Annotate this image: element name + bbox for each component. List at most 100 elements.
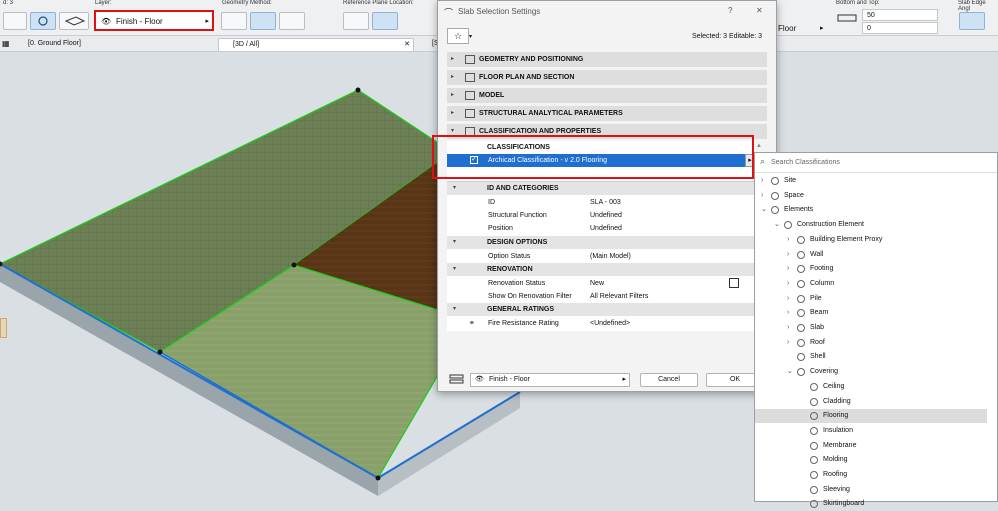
tree-item-flooring[interactable]: Flooring (755, 409, 987, 424)
ref-top-icon[interactable] (343, 12, 369, 30)
tree-item-shell[interactable]: Shell (755, 350, 987, 364)
close-button[interactable]: ✕ (756, 6, 763, 15)
tree-item-site[interactable]: › Site (755, 174, 987, 188)
chevron-right-icon[interactable]: › (787, 292, 789, 306)
classification-icon (810, 471, 818, 479)
tree-item-label: Membrane (823, 441, 857, 449)
tab-section[interactable]: [S (418, 38, 439, 51)
classification-icon (810, 485, 818, 494)
reference-plane-label: Reference Plane Location: (343, 0, 414, 6)
top-field[interactable]: 0 (862, 22, 938, 34)
classification-picker-panel: ⌕ Search Classifications › Site › Space ⌄ Ele… (754, 152, 998, 509)
tree-item-skirtingboard[interactable]: Skirtingboard (755, 497, 987, 511)
rotate-icon[interactable] (30, 12, 56, 30)
prop-row[interactable]: ID SLA - 003 (447, 196, 755, 209)
renovation-icon[interactable] (729, 278, 739, 288)
tree-item-label: Skirtingboard (823, 500, 865, 508)
tree-item-building-element-proxy[interactable]: › Building Element Proxy (755, 233, 987, 247)
chevron-right-icon[interactable]: › (761, 174, 763, 188)
slab-shape-icon[interactable] (59, 12, 89, 30)
floor-value[interactable]: Floor (778, 24, 796, 33)
tree-item-wall[interactable]: › Wall (755, 248, 987, 262)
prop-row[interactable]: Show On Renovation Filter All Relevant Fi… (447, 290, 755, 303)
group-general-ratings[interactable]: ▾ GENERAL RATINGS (447, 303, 755, 316)
prop-row[interactable]: ⚭ Fire Resistance Rating <Undefined> (447, 317, 755, 330)
tree-item-label: Cladding (823, 397, 851, 405)
edge-angle-icon[interactable] (959, 12, 985, 30)
tree-item-roof[interactable]: › Roof (755, 336, 987, 350)
tree-item-space[interactable]: › Space (755, 189, 987, 203)
chevron-down-icon[interactable]: ⌄ (787, 365, 793, 379)
classification-icon (810, 426, 818, 435)
tree-item-membrane[interactable]: Membrane (755, 439, 987, 453)
tree-item-construction-element[interactable]: ⌄ Construction Element (755, 218, 987, 232)
geometry-complex-icon[interactable] (279, 12, 305, 30)
chevron-down-icon[interactable]: ▾ (469, 33, 472, 40)
viewport-side-handle[interactable] (0, 318, 7, 338)
chevron-down-icon[interactable]: ⌄ (761, 203, 767, 217)
tree-item-insulation[interactable]: Insulation (755, 424, 987, 438)
tab-ground-floor[interactable]: [0. Ground Floor] (14, 38, 214, 51)
classification-icon (797, 338, 805, 347)
section-geometry[interactable]: ▸ GEOMETRY AND POSITIONING (447, 52, 767, 67)
tree-item-slab[interactable]: › Slab (755, 321, 987, 335)
classification-icon (797, 265, 805, 274)
tree-item-label: Elements (784, 206, 814, 214)
tree-item-elements[interactable]: ⌄ Elements (755, 203, 987, 217)
chevron-right-icon[interactable]: › (761, 189, 763, 203)
tree-item-ceiling[interactable]: Ceiling (755, 380, 987, 394)
chevron-down-icon[interactable]: ⌄ (774, 218, 780, 232)
tree-item-cladding[interactable]: Cladding (755, 395, 987, 409)
scroll-up-icon[interactable]: ▲ (756, 143, 762, 149)
chevron-right-icon[interactable]: › (787, 277, 789, 291)
classification-icon (810, 382, 818, 391)
group-design-options[interactable]: ▾ DESIGN OPTIONS (447, 236, 755, 249)
classification-icon (771, 177, 779, 185)
tree-item-footing[interactable]: › Footing (755, 262, 987, 276)
favorites-star-icon[interactable]: ☆ (447, 28, 469, 44)
tree-item-label: Ceiling (823, 382, 845, 390)
help-button[interactable]: ? (728, 6, 732, 15)
chevron-right-icon[interactable]: › (787, 262, 789, 276)
cancel-button[interactable]: Cancel (640, 373, 698, 387)
grid-icon[interactable]: ▦ (2, 39, 10, 48)
classification-icon (797, 250, 805, 259)
tree-item-column[interactable]: › Column (755, 277, 987, 291)
classification-icon (797, 235, 805, 244)
dialog-titlebar[interactable]: ⌒ Slab Selection Settings ? ✕ (438, 1, 776, 21)
prop-row[interactable]: Structural Function Undefined (447, 209, 755, 222)
chevron-right-icon[interactable]: › (787, 248, 789, 262)
close-icon[interactable]: ✕ (404, 39, 410, 51)
search-field[interactable]: ⌕ Search Classifications (755, 153, 997, 173)
chevron-right-icon[interactable]: › (787, 321, 789, 335)
tree-item-pile[interactable]: › Pile (755, 292, 987, 306)
tree-item-covering[interactable]: ⌄ Covering (755, 365, 987, 379)
link-icon: ⚭ (469, 320, 475, 327)
classification-icon (810, 441, 818, 450)
prop-row[interactable]: Renovation Status New (447, 277, 755, 290)
tree-item-molding[interactable]: Molding (755, 453, 987, 467)
geometry-sloped-icon[interactable] (250, 12, 276, 30)
section-model[interactable]: ▸ MODEL (447, 88, 767, 103)
prop-row[interactable]: Option Status (Main Model) (447, 250, 755, 263)
prop-row[interactable]: Position Undefined (447, 222, 755, 235)
tree-item-sleeving[interactable]: Sleeving (755, 483, 987, 497)
section-structural[interactable]: ▸ STRUCTURAL ANALYTICAL PARAMETERS (447, 106, 767, 121)
bottom-field[interactable]: 50 (862, 9, 938, 21)
group-renovation[interactable]: ▾ RENOVATION (447, 263, 755, 276)
chevron-right-icon[interactable]: › (787, 306, 789, 320)
tree-item-roofing[interactable]: Roofing (755, 468, 987, 482)
anchor-icon[interactable] (3, 12, 27, 30)
tree-item-beam[interactable]: › Beam (755, 306, 987, 320)
section-floor-plan[interactable]: ▸ FLOOR PLAN AND SECTION (447, 70, 767, 85)
tab-3d-all[interactable]: [3D / All] ✕ (218, 38, 414, 51)
group-id-categories[interactable]: ▾ ID AND CATEGORIES (447, 182, 755, 195)
geometry-basic-icon[interactable] (221, 12, 247, 30)
chevron-right-icon[interactable]: › (787, 233, 789, 247)
chevron-right-icon[interactable]: › (787, 336, 789, 350)
structural-icon (465, 109, 475, 118)
chevron-right-icon[interactable]: ▸ (820, 24, 824, 32)
ref-bottom-icon[interactable] (372, 12, 398, 30)
layer-select-bottom[interactable]: 👁 Finish - Floor ▸ (470, 373, 630, 387)
layer-select[interactable]: 👁 Finish - Floor ▸ (94, 10, 214, 31)
